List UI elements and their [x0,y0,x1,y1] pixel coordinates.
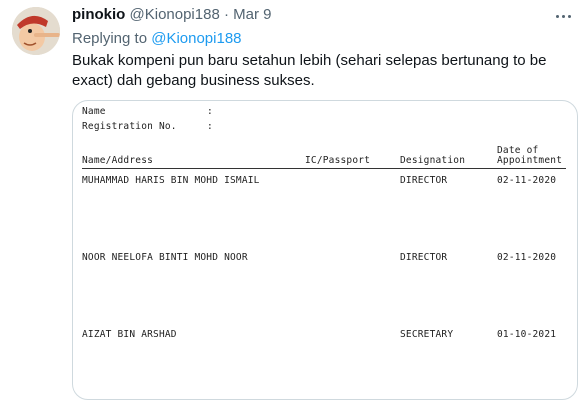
avatar[interactable] [12,7,60,55]
header-designation: Designation [400,155,466,166]
company-document: Name : Registration No. : Name/Address I… [73,101,577,399]
replying-to-handle-link[interactable]: @Kionopi188 [151,30,241,47]
tweet-text: Bukak kompeni pun baru setahun lebih (se… [72,52,547,89]
attached-document-image[interactable]: Name : Registration No. : Name/Address I… [72,100,578,400]
row-3-designation: SECRETARY [400,329,454,340]
row-2-date: 02-11-2020 [497,252,557,263]
row-3-date: 01-10-2021 [497,329,557,340]
header-rule [82,168,566,169]
registration-colon: : [207,121,213,132]
header-ic-passport: IC/Passport [305,155,371,166]
row-2-designation: DIRECTOR [400,252,448,263]
row-1-designation: DIRECTOR [400,175,448,186]
header-date-line2: Appointment [497,155,563,166]
tweet-date[interactable]: Mar 9 [233,6,271,23]
name-label: Name [82,106,106,117]
more-options-button[interactable] [552,6,574,26]
more-horizontal-icon [555,14,559,18]
row-2-name: NOOR NEELOFA BINTI MOHD NOOR [82,252,248,263]
user-handle[interactable]: @Kionopi188 [130,6,220,23]
pinocchio-avatar-image [12,7,60,55]
registration-label: Registration No. [82,121,177,132]
separator-dot: · [223,6,229,23]
more-dot [561,14,565,18]
replying-to-line: Replying to @Kionopi188 [72,30,242,47]
header-name-address: Name/Address [82,155,154,166]
row-1-name: MUHAMMAD HARIS BIN MOHD ISMAIL [82,175,260,186]
row-1-date: 02-11-2020 [497,175,557,186]
row-3-name: AIZAT BIN ARSHAD [82,329,177,340]
display-name[interactable]: pinokio [72,6,125,23]
more-dot [567,14,571,18]
tweet-header: pinokio @Kionopi188 · Mar 9 [72,6,271,23]
replying-to-label: Replying to [72,30,148,47]
name-colon: : [207,106,213,117]
